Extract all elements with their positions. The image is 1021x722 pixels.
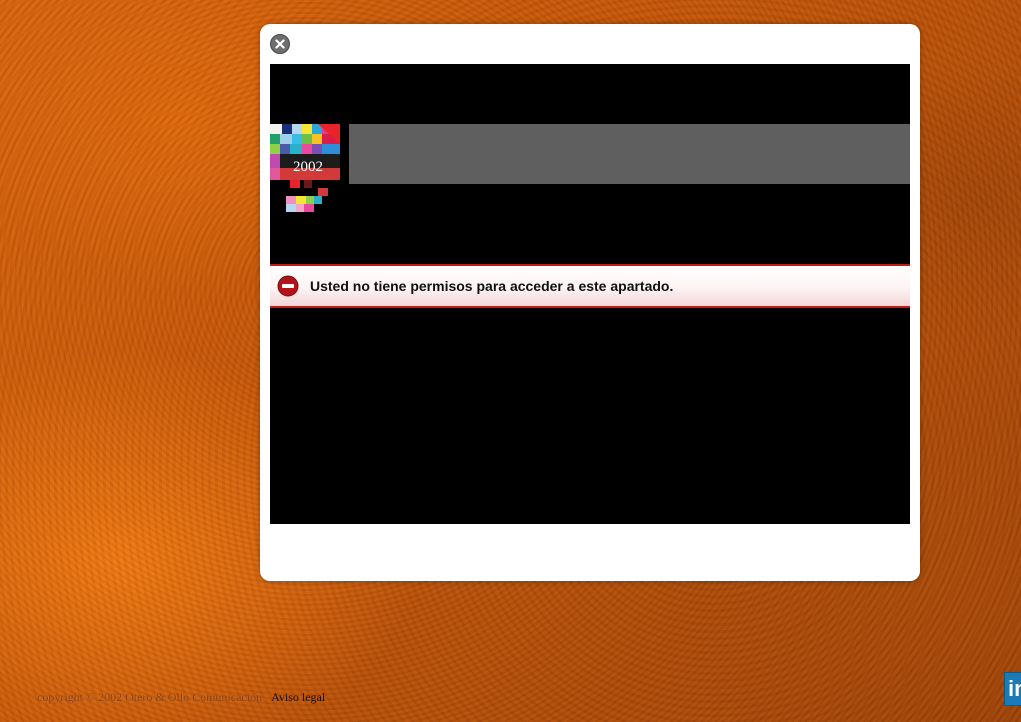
linkedin-label: in — [1008, 676, 1021, 701]
error-message: Usted no tiene permisos para acceder a e… — [310, 278, 674, 294]
close-button[interactable] — [270, 34, 290, 54]
footer: copyright © 2002 Otero & Ollo Comunicaci… — [37, 690, 325, 705]
header-bar — [349, 124, 910, 184]
logo-2002: 2002 — [270, 124, 340, 212]
error-message-bar: Usted no tiene permisos para acceder a e… — [270, 264, 910, 308]
content-frame: 2002 Usted no tiene permisos para accede… — [270, 64, 910, 524]
close-icon — [275, 39, 285, 49]
modal-dialog: 2002 Usted no tiene permisos para accede… — [260, 24, 920, 581]
logo-text: 2002 — [293, 159, 323, 175]
no-entry-icon — [277, 275, 299, 297]
copyright-text: copyright © 2002 Otero & Ollo Comunicaci… — [37, 690, 263, 704]
linkedin-icon[interactable]: in — [1004, 672, 1021, 706]
legal-notice-link[interactable]: Aviso legal — [271, 690, 325, 704]
